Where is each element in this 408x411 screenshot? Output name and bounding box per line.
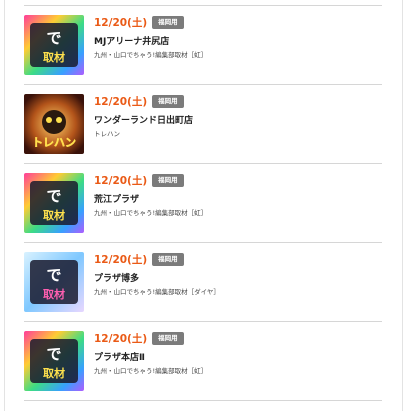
dechau-logo-thumbnail[interactable]: で 取材 (24, 15, 84, 75)
dechau-logo-thumbnail[interactable]: で 取材 (24, 173, 84, 233)
svg-text:で: で (46, 345, 61, 363)
trehan-logo-thumbnail[interactable]: トレハン (24, 94, 84, 154)
svg-text:取材: 取材 (43, 208, 65, 222)
store-name[interactable]: MJアリーナ井尻店 (94, 34, 169, 47)
list-item[interactable]: で 取材 12/20(土) 福岡用 荒江プラザ 九州・山口でちゃう!編集部取材［… (24, 164, 382, 243)
event-description: トレハン (94, 130, 120, 138)
event-list: で 取材 12/20(土) 福岡用 MJアリーナ井尻店 九州・山口でちゃう!編集… (24, 5, 382, 401)
event-date: 12/20(土) (94, 96, 148, 108)
list-item[interactable]: トレハン 12/20(土) 福岡用 ワンダーランド日出町店 トレハン (24, 85, 382, 164)
event-description: 九州・山口でちゃう!編集部取材［虹］ (94, 209, 208, 217)
event-date: 12/20(土) (94, 254, 148, 266)
svg-text:取材: 取材 (43, 287, 65, 301)
svg-text:取材: 取材 (43, 366, 65, 380)
svg-text:取材: 取材 (43, 50, 65, 64)
event-date: 12/20(土) (94, 333, 148, 345)
event-date: 12/20(土) (94, 175, 148, 187)
region-badge: 福岡用 (152, 95, 184, 108)
store-name[interactable]: プラザ本店Ⅱ (94, 350, 145, 363)
svg-text:で: で (46, 187, 61, 205)
list-item[interactable]: で 取材 12/20(土) 福岡用 MJアリーナ井尻店 九州・山口でちゃう!編集… (24, 6, 382, 85)
svg-text:で: で (46, 266, 61, 284)
event-description: 九州・山口でちゃう!編集部取材［虹］ (94, 367, 208, 375)
region-badge: 福岡用 (152, 253, 184, 266)
svg-text:トレハン: トレハン (32, 136, 76, 149)
store-name[interactable]: 荒江プラザ (94, 192, 139, 205)
region-badge: 福岡用 (152, 16, 184, 29)
dechau-logo-thumbnail[interactable]: で 取材 (24, 331, 84, 391)
region-badge: 福岡用 (152, 332, 184, 345)
dechau-logo-diamond-thumbnail[interactable]: で 取材 (24, 252, 84, 312)
svg-text:で: で (46, 29, 61, 47)
list-item[interactable]: で 取材 12/20(土) 福岡用 プラザ博多 九州・山口でちゃう!編集部取材［… (24, 243, 382, 322)
event-description: 九州・山口でちゃう!編集部取材［虹］ (94, 51, 208, 59)
region-badge: 福岡用 (152, 174, 184, 187)
store-name[interactable]: ワンダーランド日出町店 (94, 113, 193, 126)
event-date: 12/20(土) (94, 17, 148, 29)
event-description: 九州・山口でちゃう!編集部取材［ダイヤ］ (94, 288, 220, 296)
store-name[interactable]: プラザ博多 (94, 271, 139, 284)
list-item[interactable]: で 取材 12/20(土) 福岡用 プラザ本店Ⅱ 九州・山口でちゃう!編集部取材… (24, 322, 382, 401)
